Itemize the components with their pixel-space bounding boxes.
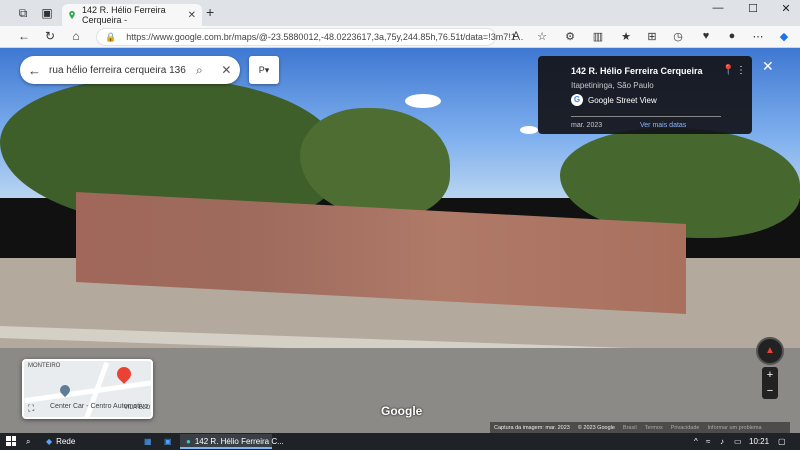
copyright: © 2023 Google xyxy=(577,424,615,431)
cloud xyxy=(405,94,441,108)
start-icon[interactable] xyxy=(6,436,16,446)
location-title: 142 R. Hélio Ferreira Cerqueira xyxy=(571,66,703,76)
active-window-label[interactable]: ● 142 R. Hélio Ferreira C... xyxy=(186,435,284,448)
expand-map-icon[interactable]: ⛶ xyxy=(28,403,34,414)
attribution-bar: Captura da imagem: mar. 2023 © 2023 Goog… xyxy=(490,422,790,433)
zoom-in-button[interactable]: + xyxy=(762,367,778,383)
clear-icon[interactable]: ✕ xyxy=(213,63,240,77)
location-info-card: 142 R. Hélio Ferreira Cerqueira Itapetin… xyxy=(538,56,752,134)
collections-icon[interactable]: ⊞ xyxy=(644,30,660,43)
search-box[interactable]: ← rua hélio ferreira cerqueira 136 ⌕ ✕ xyxy=(20,56,240,84)
favorite-icon[interactable]: ☆ xyxy=(534,30,550,43)
location-pin-icon xyxy=(114,364,134,384)
profile-avatar[interactable]: ● xyxy=(724,30,740,42)
pegman-label: P xyxy=(258,65,265,75)
app-icon[interactable]: ▦ xyxy=(144,435,152,448)
compass-icon[interactable]: ▲ xyxy=(756,337,784,365)
url-text: https://www.google.com.br/maps/@-23.5880… xyxy=(126,32,524,42)
tab-title: 142 R. Hélio Ferreira Cerqueira - xyxy=(82,5,166,25)
country-link[interactable]: Brasil xyxy=(623,425,637,431)
tab-actions-icon[interactable]: ▣ xyxy=(36,3,58,23)
search-input[interactable]: rua hélio ferreira cerqueira 136 xyxy=(49,65,186,76)
history-icon[interactable]: ◷ xyxy=(670,30,686,43)
copilot-icon[interactable]: ◆ xyxy=(776,30,792,43)
cloud xyxy=(520,126,538,134)
pegman-button[interactable]: P ▾ xyxy=(249,56,279,84)
refresh-icon[interactable]: ↻ xyxy=(42,29,58,43)
street-view-label: Google Street View xyxy=(588,95,657,105)
trees-center xyxy=(300,108,450,218)
active-window-title: 142 R. Hélio Ferreira C... xyxy=(194,437,284,446)
terms-link[interactable]: Termos xyxy=(645,425,663,431)
location-subtitle: Itapetininga, São Paulo xyxy=(571,81,654,90)
address-bar-row: ← ↻ ⌂ 🔒 https://www.google.com.br/maps/@… xyxy=(0,26,800,48)
app-icon[interactable]: ▣ xyxy=(164,435,172,448)
clock[interactable]: 10:21 xyxy=(749,435,769,448)
read-aloud-icon[interactable]: A xyxy=(508,30,524,42)
privacy-link[interactable]: Privacidade xyxy=(671,425,700,431)
map-label: VILA ELO xyxy=(124,405,151,411)
volume-icon[interactable]: ♪ xyxy=(720,435,724,448)
network-icon: ◆ xyxy=(46,437,53,446)
lock-icon: 🔒 xyxy=(105,31,117,42)
maps-favicon-icon xyxy=(69,10,75,20)
timeline-divider xyxy=(571,116,721,117)
home-icon[interactable]: ⌂ xyxy=(68,29,84,43)
pin-icon[interactable]: 📍 xyxy=(722,65,734,76)
more-options-icon[interactable]: ⋮ xyxy=(736,65,746,76)
close-window-button[interactable]: ✕ xyxy=(768,2,800,15)
tab-maps[interactable]: 142 R. Hélio Ferreira Cerqueira - ✕ xyxy=(62,4,202,26)
network-label: Rede xyxy=(56,437,76,446)
street-view-source: G Google Street View xyxy=(571,94,657,106)
battery-icon[interactable]: ▭ xyxy=(734,435,742,448)
google-icon: G xyxy=(571,94,583,106)
close-street-view-icon[interactable]: ✕ xyxy=(762,58,774,75)
menu-icon[interactable]: ⋯ xyxy=(750,30,766,43)
minimize-button[interactable]: — xyxy=(700,2,736,14)
tab-close-icon[interactable]: ✕ xyxy=(188,10,196,21)
more-dates-link[interactable]: Ver mais datas xyxy=(640,122,686,129)
url-field[interactable]: 🔒 https://www.google.com.br/maps/@-23.58… xyxy=(96,28,523,46)
zoom-control: + − xyxy=(762,367,778,399)
split-screen-icon[interactable]: ▥ xyxy=(590,30,606,43)
new-tab-button[interactable]: + xyxy=(206,4,214,20)
search-taskbar-icon[interactable]: ⌕ xyxy=(26,435,30,448)
map-road xyxy=(24,379,151,404)
notifications-icon[interactable]: ▢ xyxy=(778,435,786,448)
google-logo: Google xyxy=(381,404,423,418)
zoom-out-button[interactable]: − xyxy=(762,383,778,399)
capture-date: mar. 2023 xyxy=(571,122,603,129)
maximize-button[interactable]: ☐ xyxy=(735,2,771,15)
search-icon[interactable]: ⌕ xyxy=(186,63,213,78)
wifi-icon[interactable]: ≈ xyxy=(706,435,710,448)
performance-icon[interactable]: ♥ xyxy=(698,30,714,42)
back-arrow-icon[interactable]: ← xyxy=(20,63,49,78)
edge-icon: ● xyxy=(186,437,191,446)
map-label: MONTEIRO xyxy=(28,363,61,369)
favorites-icon[interactable]: ★ xyxy=(618,30,634,43)
browser-tab-bar: ⧉ ▣ 142 R. Hélio Ferreira Cerqueira - ✕ … xyxy=(0,0,800,26)
workspaces-icon[interactable]: ⧉ xyxy=(12,3,34,23)
tray-chevron-icon[interactable]: ^ xyxy=(694,435,698,448)
street-view-panorama[interactable]: ← rua hélio ferreira cerqueira 136 ⌕ ✕ P… xyxy=(0,48,800,433)
taskbar: ⌕ ◆ Rede ▦ ▣ ● 142 R. Hélio Ferreira C... … xyxy=(0,433,800,450)
extensions-icon[interactable]: ⚙ xyxy=(562,30,578,43)
capture-info: Captura da imagem: mar. 2023 xyxy=(494,424,570,431)
back-icon[interactable]: ← xyxy=(16,29,32,43)
network-widget[interactable]: ◆ Rede xyxy=(46,435,75,448)
minimap[interactable]: MONTEIRO Center Car - Centro Automotivo … xyxy=(22,359,153,419)
report-link[interactable]: Informar um problema xyxy=(707,425,761,431)
